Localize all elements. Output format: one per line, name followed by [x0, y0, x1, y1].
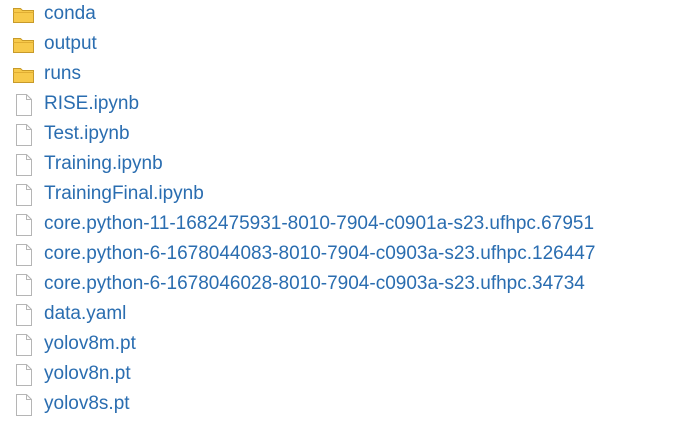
list-item-file-yolov8m[interactable]: yolov8m.pt — [0, 330, 679, 360]
file-list: conda output runs RISE.ipynb Test.ipynb … — [0, 0, 679, 420]
list-item-folder-output[interactable]: output — [0, 30, 679, 60]
item-link[interactable]: RISE.ipynb — [44, 92, 139, 116]
item-link[interactable]: core.python-6-1678044083-8010-7904-c0903… — [44, 242, 595, 266]
item-link[interactable]: output — [44, 32, 97, 56]
list-item-file-data-yaml[interactable]: data.yaml — [0, 300, 679, 330]
item-link[interactable]: runs — [44, 62, 81, 86]
list-item-file-core-67951[interactable]: core.python-11-1682475931-8010-7904-c090… — [0, 210, 679, 240]
item-link[interactable]: Training.ipynb — [44, 152, 163, 176]
file-icon — [12, 333, 36, 357]
item-link[interactable]: yolov8s.pt — [44, 392, 130, 416]
list-item-file-core-126447[interactable]: core.python-6-1678044083-8010-7904-c0903… — [0, 240, 679, 270]
file-icon — [12, 213, 36, 237]
list-item-file-yolov8s[interactable]: yolov8s.pt — [0, 390, 679, 420]
file-icon — [12, 93, 36, 117]
file-icon — [12, 243, 36, 267]
file-icon — [12, 183, 36, 207]
item-link[interactable]: TrainingFinal.ipynb — [44, 182, 204, 206]
list-item-file-test[interactable]: Test.ipynb — [0, 120, 679, 150]
list-item-file-core-34734[interactable]: core.python-6-1678046028-8010-7904-c0903… — [0, 270, 679, 300]
item-link[interactable]: core.python-11-1682475931-8010-7904-c090… — [44, 212, 594, 236]
item-link[interactable]: yolov8m.pt — [44, 332, 136, 356]
file-icon — [12, 393, 36, 417]
folder-icon — [12, 33, 36, 57]
file-icon — [12, 273, 36, 297]
item-link[interactable]: Test.ipynb — [44, 122, 130, 146]
folder-icon — [12, 3, 36, 27]
list-item-folder-conda[interactable]: conda — [0, 0, 679, 30]
list-item-file-rise[interactable]: RISE.ipynb — [0, 90, 679, 120]
file-icon — [12, 363, 36, 387]
file-icon — [12, 153, 36, 177]
list-item-folder-runs[interactable]: runs — [0, 60, 679, 90]
list-item-file-yolov8n[interactable]: yolov8n.pt — [0, 360, 679, 390]
item-link[interactable]: core.python-6-1678046028-8010-7904-c0903… — [44, 272, 585, 296]
file-icon — [12, 303, 36, 327]
item-link[interactable]: data.yaml — [44, 302, 126, 326]
item-link[interactable]: conda — [44, 2, 96, 26]
list-item-file-trainingfinal[interactable]: TrainingFinal.ipynb — [0, 180, 679, 210]
list-item-file-training[interactable]: Training.ipynb — [0, 150, 679, 180]
folder-icon — [12, 63, 36, 87]
item-link[interactable]: yolov8n.pt — [44, 362, 131, 386]
file-icon — [12, 123, 36, 147]
